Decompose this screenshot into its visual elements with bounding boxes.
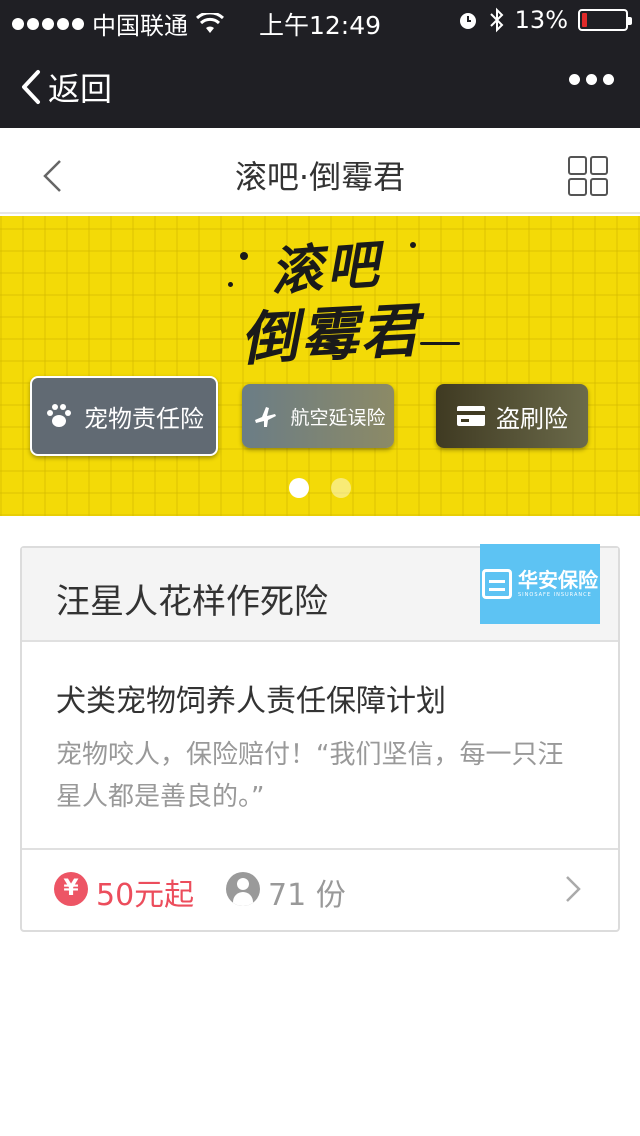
airplane-icon bbox=[250, 401, 280, 431]
banner-carousel[interactable]: 滚吧 倒霉君 宠物责任险 航空延误险 盗刷险 bbox=[0, 216, 640, 516]
more-dots-icon[interactable] bbox=[569, 74, 614, 85]
card-fraud-button[interactable]: 盗刷险 bbox=[436, 384, 588, 448]
status-right: 13% bbox=[457, 6, 632, 34]
wechat-back-button[interactable]: 返回 bbox=[20, 64, 112, 110]
flight-delay-button[interactable]: 航空延误险 bbox=[242, 384, 394, 448]
flight-delay-label: 航空延误险 bbox=[290, 406, 386, 429]
product-card[interactable]: 汪星人花样作死险 华安保险 SINOSAFE INSURANCE 犬类宠物饲养人… bbox=[20, 544, 620, 932]
chevron-right-icon[interactable] bbox=[564, 874, 582, 904]
paw-icon bbox=[44, 401, 74, 431]
insurer-logo: 华安保险 SINOSAFE INSURANCE bbox=[480, 544, 600, 624]
wechat-back-label: 返回 bbox=[48, 70, 113, 108]
product-subtitle: 犬类宠物饲养人责任保障计划 bbox=[56, 684, 446, 719]
pager-dot[interactable] bbox=[331, 478, 351, 498]
pet-insurance-label: 宠物责任险 bbox=[84, 404, 204, 433]
pager-dot-active[interactable] bbox=[289, 478, 309, 498]
product-card-header: 汪星人花样作死险 华安保险 SINOSAFE INSURANCE bbox=[22, 544, 618, 642]
battery-percent: 13% bbox=[514, 6, 568, 34]
product-description: 宠物咬人，保险赔付！“我们坚信，每一只汪星人都是善良的。” bbox=[56, 740, 564, 812]
card-fraud-label: 盗刷险 bbox=[496, 404, 568, 433]
product-price: 50元起 bbox=[96, 878, 195, 913]
bluetooth-icon bbox=[489, 7, 504, 33]
battery-icon bbox=[578, 9, 632, 31]
grid-icon[interactable] bbox=[568, 156, 608, 196]
status-bar: 中国联通 上午12:49 13% bbox=[0, 0, 640, 40]
page-title: 滚吧·倒霉君 bbox=[234, 158, 406, 196]
insurer-name: 华安保险 bbox=[518, 568, 598, 592]
page-header: 滚吧·倒霉君 bbox=[0, 128, 640, 214]
card-icon bbox=[456, 401, 486, 431]
insurer-mark-icon bbox=[482, 569, 512, 599]
chevron-left-icon bbox=[22, 70, 40, 104]
carousel-pager bbox=[0, 478, 640, 498]
product-card-footer[interactable]: ¥ 50元起 71 份 bbox=[22, 850, 618, 930]
product-title: 汪星人花样作死险 bbox=[56, 582, 328, 622]
banner-logo-line2: 倒霉君 bbox=[238, 296, 422, 374]
banner-logo: 滚吧 倒霉君 bbox=[220, 222, 460, 374]
wechat-nav-bar: 返回 bbox=[0, 40, 640, 128]
battery-level bbox=[582, 13, 587, 27]
purchase-count: 71 份 bbox=[268, 878, 346, 913]
insurer-name-en: SINOSAFE INSURANCE bbox=[518, 592, 592, 598]
yen-icon: ¥ bbox=[54, 872, 88, 906]
alarm-icon bbox=[459, 13, 476, 29]
pet-insurance-button[interactable]: 宠物责任险 bbox=[30, 376, 218, 456]
user-icon bbox=[226, 872, 260, 906]
